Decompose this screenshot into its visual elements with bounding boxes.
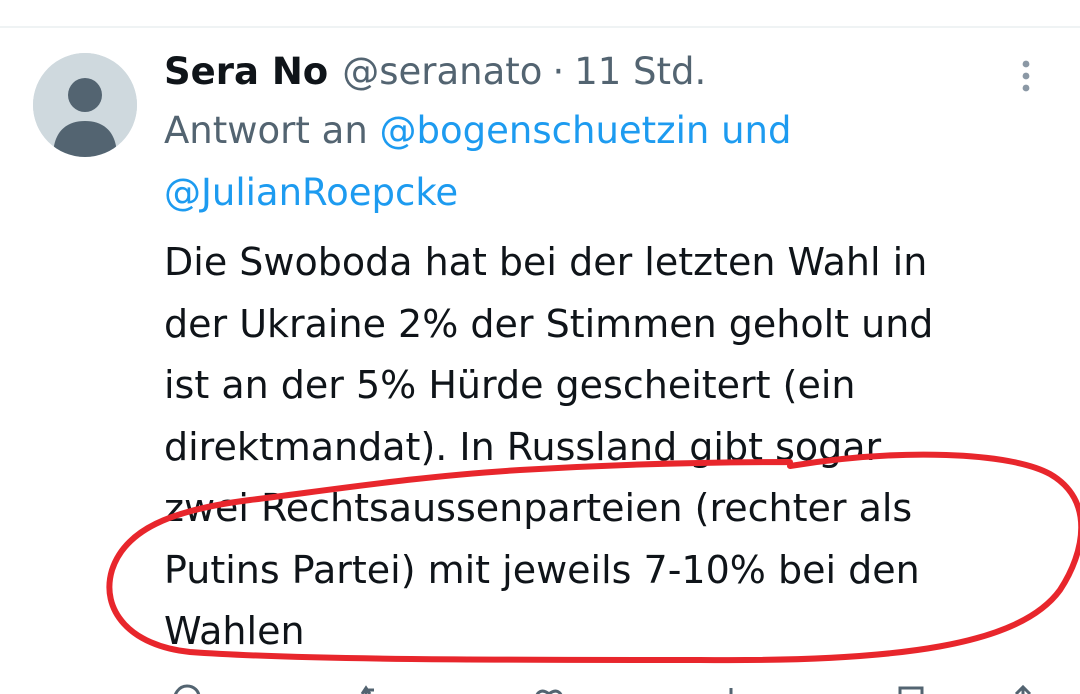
reply-prefix: Antwort an	[164, 109, 368, 152]
tweet-timestamp[interactable]: 11 Std.	[574, 44, 706, 100]
default-avatar-icon	[33, 53, 137, 157]
header-separator: ·	[552, 50, 565, 93]
reply-joiner[interactable]: und	[721, 109, 791, 152]
reply-context: Antwort an @bogenschuetzin und @JulianRo…	[164, 100, 1044, 224]
tweet-text-line: direktmandat). In Russland gibt sogar	[164, 424, 882, 469]
bookmark-icon[interactable]	[894, 680, 928, 694]
share-icon[interactable]	[1006, 680, 1040, 694]
repost-icon[interactable]	[360, 680, 394, 694]
tweet-text-line: Wahlen	[164, 609, 305, 653]
tweet-text-line: Die Swoboda hat bei der letzten Wahl in	[164, 240, 928, 284]
views-icon[interactable]	[714, 680, 748, 694]
reply-mention-bogenschuetzin[interactable]: @bogenschuetzin	[380, 109, 710, 152]
author-name[interactable]: Sera No	[164, 44, 328, 100]
divider	[0, 26, 1080, 28]
tweet-text-line: zwei Rechtsaussenparteien (rechter als	[164, 486, 913, 530]
tweet-text-line: ist an der 5% Hürde gescheitert (ein	[164, 363, 856, 407]
tweet-action-bar	[164, 680, 1044, 694]
reply-icon[interactable]	[168, 680, 202, 694]
author-handle[interactable]: @seranato	[342, 44, 542, 100]
tweet-text-line: Putins Partei) mit jeweils 7-10% bei den	[164, 547, 920, 592]
like-icon[interactable]	[532, 680, 566, 694]
tweet-text: Die Swoboda hat bei der letzten Wahl in …	[164, 232, 1064, 663]
tweet-page: Sera No @seranato · 11 Std. Antwort an @…	[0, 0, 1080, 694]
tweet-text-line: der Ukraine 2% der Stimmen geholt und	[164, 301, 934, 346]
author-avatar[interactable]	[33, 53, 137, 157]
more-options-button[interactable]	[1008, 52, 1044, 100]
reply-mention-julianroepcke[interactable]: @JulianRoepcke	[164, 171, 458, 214]
more-options-icon	[1022, 60, 1030, 92]
tweet-header: Sera No @seranato · 11 Std.	[164, 44, 706, 100]
